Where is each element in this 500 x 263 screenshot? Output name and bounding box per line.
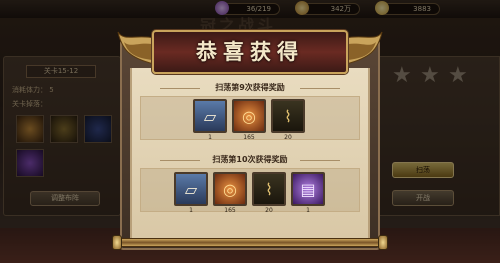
- reward-item[interactable]: ◎: [213, 172, 247, 206]
- item-count: 20: [265, 207, 273, 214]
- scroll-icon: ⌇: [284, 106, 292, 126]
- reward-item[interactable]: ⌇: [252, 172, 286, 206]
- coin-icon: ◎: [223, 179, 237, 199]
- rod-end-left: [112, 235, 122, 250]
- tome-icon: ▤: [300, 179, 316, 199]
- section-header: 扫荡第9次获得奖励: [140, 82, 360, 94]
- item-count: 1: [306, 207, 310, 214]
- item-count: 20: [284, 134, 292, 141]
- scroll-rod: [116, 238, 384, 247]
- paper-scroll-icon: ▱: [184, 179, 198, 199]
- coin-icon: ◎: [242, 106, 256, 126]
- reward-item[interactable]: ▱: [193, 99, 227, 133]
- reward-item-row: [140, 168, 360, 212]
- reward-title: 恭喜获得: [196, 39, 304, 64]
- reward-item[interactable]: ▤: [291, 172, 325, 206]
- paper-scroll-icon: ▱: [203, 106, 217, 126]
- left-wing-ornament-icon: [117, 31, 155, 65]
- item-count: 1: [189, 207, 193, 214]
- item-count: 165: [224, 207, 236, 214]
- rod-end-right: [378, 235, 388, 250]
- right-wing-ornament-icon: [345, 31, 383, 65]
- item-count: 165: [243, 134, 255, 141]
- section-header: 扫荡第10次获得奖励: [140, 154, 360, 166]
- reward-item[interactable]: ▱: [174, 172, 208, 206]
- scroll-icon: ⌇: [265, 179, 273, 199]
- item-count: 1: [208, 134, 212, 141]
- reward-item[interactable]: ◎: [232, 99, 266, 133]
- reward-item[interactable]: ⌇: [271, 99, 305, 133]
